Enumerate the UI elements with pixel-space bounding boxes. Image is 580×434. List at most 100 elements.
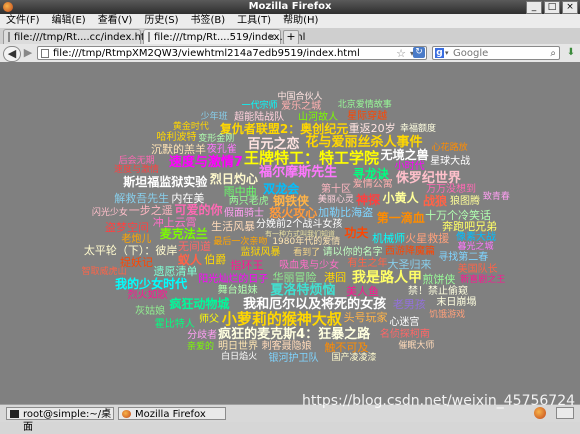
wordcloud-word: 王牌特工：特工学院 xyxy=(243,148,379,167)
wordcloud-word: 霍比特人 xyxy=(154,319,195,331)
wordcloud-word: 我是路人甲 xyxy=(351,270,422,287)
wordcloud-word: 末日崩塌 xyxy=(436,296,477,308)
window-controls: _ □ × xyxy=(526,1,578,14)
wordcloud-word: 寻龙诀 xyxy=(352,167,389,182)
menu-edit[interactable]: 编辑(E) xyxy=(46,14,92,28)
wordcloud-word: 港囧 xyxy=(324,271,347,285)
wordcloud-word: 雨中曲 xyxy=(223,184,257,198)
wordcloud-word: 暮光之城 xyxy=(457,242,494,253)
wordcloud-word: 美国队长 xyxy=(457,263,498,275)
wordcloud-word: 机械师 xyxy=(372,231,406,245)
wordcloud-word: 无间道 xyxy=(177,239,211,253)
wordcloud-word: 怒火攻心 xyxy=(269,206,318,221)
bookmark-star-icon[interactable]: ☆ xyxy=(396,47,406,60)
wordcloud-word: 催眠大师 xyxy=(398,340,435,351)
wordcloud-word: 山河故人 xyxy=(298,111,339,123)
taskbar-label: Mozilla Firefox xyxy=(135,409,206,420)
wordcloud-word: 最后一次亲吻 xyxy=(213,237,268,248)
menu-file[interactable]: 文件(F) xyxy=(0,14,46,28)
wordcloud-word: 第十区 xyxy=(320,184,351,196)
wordcloud-word: 舞台姐妹 xyxy=(217,285,258,297)
taskbar-label: root@simple:~/桌面 xyxy=(23,409,112,433)
wordcloud-word: 后会无期 xyxy=(118,155,155,166)
search-box[interactable]: g ▾ ⌕ xyxy=(432,46,560,60)
wordcloud-word: 福尔摩斯先生 xyxy=(259,165,338,181)
wordcloud-word: 明日世界 xyxy=(217,341,258,353)
wordcloud-word: 一步之遥 xyxy=(128,203,173,217)
wordcloud-word: 老男孩 xyxy=(392,297,426,311)
wordcloud-word: 幸福额度 xyxy=(400,124,437,135)
menu-history[interactable]: 历史(S) xyxy=(138,14,184,28)
tab-index-2[interactable]: file:///tmp/Rt....519/index.html × xyxy=(143,29,305,45)
menu-help[interactable]: 帮助(H) xyxy=(277,14,324,28)
url-bar[interactable]: file:///tmp/RtmpXM2QW3/viewhtml214a7edb9… xyxy=(37,46,427,60)
wordcloud-word: 无境之兽 xyxy=(380,148,429,163)
wordcloud-word: 火星救援 xyxy=(405,232,450,246)
taskbar-terminal[interactable]: root@simple:~/桌面 xyxy=(6,407,114,433)
new-tab-button[interactable]: + xyxy=(283,30,299,45)
wordcloud-word: 疯狂动物城 xyxy=(169,296,230,311)
wordcloud-word: 可爱的你 xyxy=(174,203,223,218)
wordcloud-word: 重返20岁 xyxy=(348,121,396,135)
wordcloud-word: 夏洛特烦恼 xyxy=(270,283,336,299)
window-title: Mozilla Firefox xyxy=(248,1,332,12)
wordcloud-canvas: 有一种方式叫我们知道 分娩前2个战斗女孩 1980年代的爱情 看到了 怒火攻心 吸血鬼与少… xyxy=(0,62,580,404)
wordcloud-word: 新喜剧之王 xyxy=(460,275,506,286)
wordcloud-word: 百元之恋 xyxy=(247,136,300,152)
wordcloud-word: 速度与激情 xyxy=(114,164,160,175)
wordcloud-word: 狼图腾 xyxy=(449,195,480,207)
wordcloud-word: 老炮儿 xyxy=(121,233,152,245)
engine-dropdown-icon[interactable]: ▾ xyxy=(445,47,449,60)
wordcloud-word: 第一滴血 xyxy=(376,210,425,225)
wordcloud-word: 大圣归来 xyxy=(387,258,432,272)
wordcloud-word: 两只老虎 xyxy=(228,196,269,208)
wordcloud-word: 师父 xyxy=(199,313,220,325)
wordcloud-word: 有生之年 xyxy=(347,258,388,270)
forward-button[interactable]: ▶ xyxy=(22,46,34,60)
wordcloud-word: 心迷宫 xyxy=(389,316,420,328)
taskbar-firefox[interactable]: Mozilla Firefox xyxy=(118,407,226,420)
wordcloud-word: 看到了 xyxy=(293,247,321,258)
wordcloud-word: 烈日灼心 xyxy=(209,171,258,186)
wordcloud-word: 沉默的羔羊 xyxy=(151,143,207,157)
wordcloud-word: 生活风暴 xyxy=(211,219,256,233)
tab-index-1[interactable]: file:///tmp/Rt....cc/index.html xyxy=(3,29,157,44)
wordcloud-word: 美人鱼 xyxy=(345,284,379,298)
page-icon xyxy=(41,49,49,58)
wordcloud-word: 煎饼侠 xyxy=(422,272,456,286)
close-button[interactable]: × xyxy=(562,1,578,14)
minimize-button[interactable]: _ xyxy=(526,1,542,14)
search-input[interactable] xyxy=(453,47,545,59)
wordcloud-word: 监狱风暴 xyxy=(240,246,281,258)
menu-view[interactable]: 查看(V) xyxy=(92,14,139,28)
wordcloud-word: 饥饿游戏 xyxy=(429,309,466,320)
menu-tools[interactable]: 工具(T) xyxy=(231,14,277,28)
search-icon[interactable]: ⌕ xyxy=(550,47,556,60)
wordcloud-word: 花与爱丽丝杀人事件 xyxy=(305,134,423,150)
wordcloud-word: 寻找第二春 xyxy=(438,252,489,264)
google-icon[interactable]: g xyxy=(435,48,444,58)
wordcloud-word: 超能陆战队 xyxy=(234,111,285,123)
wordcloud-word: 北京爱情故事 xyxy=(337,99,392,110)
wordcloud-word: 黄金时代 xyxy=(172,122,209,133)
wordcloud-word: 头号玩家 xyxy=(343,311,388,325)
wordcloud-word: 智取威虎山 xyxy=(81,267,127,278)
menu-bookmarks[interactable]: 书签(B) xyxy=(185,14,232,28)
wordcloud-word: 夜孔雀 xyxy=(206,144,237,156)
wordcloud-word: 分歧者 xyxy=(187,329,218,341)
download-icon[interactable]: ⬇ xyxy=(565,47,577,59)
watermark: https://blog.csdn.net/weixin_45756724 xyxy=(302,393,576,409)
wordcloud-word: 华丽冒险 xyxy=(272,271,317,285)
maximize-button[interactable]: □ xyxy=(544,1,560,14)
wordcloud-word: 小黄人 xyxy=(382,190,419,205)
wordcloud-word: 遗愿清单 xyxy=(153,265,198,279)
wordcloud-word: 银河护卫队 xyxy=(268,352,319,364)
wordcloud-word: 麦克法兰 xyxy=(159,227,208,242)
close-tab-icon[interactable]: × xyxy=(268,30,276,45)
wordcloud-word: 速度与激情7 xyxy=(168,154,243,170)
url-text[interactable]: file:///tmp/RtmpXM2QW3/viewhtml214a7edb9… xyxy=(53,47,360,60)
wordcloud-word: 伯爵 xyxy=(204,252,227,266)
back-button[interactable]: ◀ xyxy=(3,46,21,62)
reload-button[interactable]: ↻ xyxy=(413,47,425,58)
wordcloud-word: 神探 xyxy=(356,192,381,207)
